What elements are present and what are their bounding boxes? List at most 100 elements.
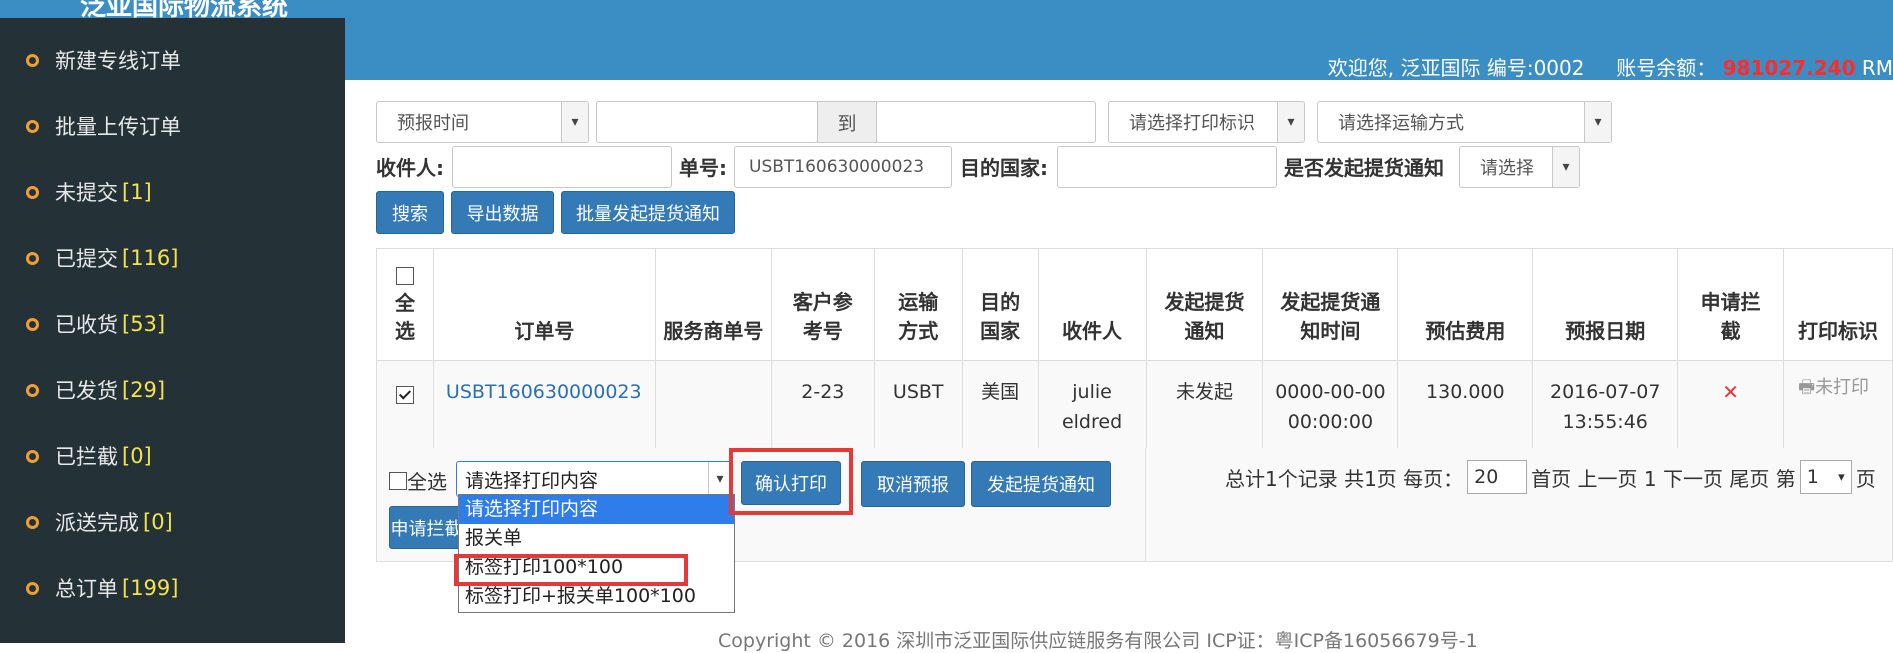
col-print-flag: 打印标识: [1783, 248, 1893, 361]
sidebar-item-count: [0]: [122, 444, 152, 468]
print-content-dropdown: 请选择打印内容 报关单 标签打印100*100 标签打印+报关单100*100: [458, 494, 735, 613]
circle-icon: [26, 515, 39, 529]
circle-icon: [26, 119, 39, 133]
sidebar-item-intercepted[interactable]: 已拦截 [0]: [26, 441, 152, 471]
pager-nav[interactable]: 首页 上一页 1 下一页 尾页 第: [1531, 463, 1796, 492]
dropdown-option[interactable]: 请选择打印内容: [459, 495, 734, 524]
sidebar-item-all-orders[interactable]: 总订单 [199]: [26, 573, 178, 603]
print-content-value: 请选择打印内容: [465, 469, 599, 492]
sidebar-item-unsubmitted[interactable]: 未提交 [1]: [26, 177, 152, 207]
col-label: 发起提货通知: [1164, 290, 1245, 343]
pickup-notice-cell: 未发起: [1145, 360, 1264, 449]
col-transport: 运输方式: [873, 248, 963, 361]
search-button[interactable]: 搜索: [376, 191, 444, 234]
print-flag-cell: 🖶未打印: [1783, 360, 1893, 449]
order-no-link[interactable]: USBT160630000023: [446, 381, 642, 403]
transport-value: 请选择运输方式: [1338, 113, 1464, 134]
col-label: 客户参考号: [792, 290, 853, 343]
confirm-print-button[interactable]: 确认打印: [741, 461, 841, 505]
col-country: 目的国家: [961, 248, 1039, 361]
sidebar-item-count: [1]: [122, 180, 152, 204]
date-line: 2016-07-07: [1549, 381, 1661, 403]
pager-suffix: 页: [1855, 466, 1876, 491]
welcome-text: 欢迎您, 泛亚国际 编号:0002: [1327, 56, 1585, 80]
date-to-input[interactable]: [876, 101, 1096, 143]
customer-ref-cell: 2-23: [770, 360, 875, 449]
sidebar-item-delivered[interactable]: 派送完成 [0]: [26, 507, 173, 537]
fee-cell: 130.000: [1397, 360, 1534, 449]
dropdown-option[interactable]: 标签打印100*100: [459, 553, 734, 582]
col-label: 目的国家: [980, 290, 1021, 343]
sidebar-item-count: [116]: [122, 246, 179, 270]
circle-icon: [26, 251, 39, 265]
select-all-checkbox[interactable]: [395, 266, 414, 285]
print-flag-value: 请选择打印标识: [1129, 113, 1255, 134]
page-select[interactable]: 1 ▾: [1799, 460, 1852, 494]
sidebar-item-submitted[interactable]: 已提交 [116]: [26, 243, 178, 273]
pickup-notice-select[interactable]: 请选择 ▾: [1459, 146, 1580, 188]
table-row: USBT160630000023 2-23 USBT 美国 julie eldre…: [376, 360, 1893, 449]
pagination: 总计1个记录 共1页 每页： 20 首页 上一页 1 下一页 尾页 第 1 ▾ 页: [1225, 460, 1876, 494]
sidebar-item-label: 已发货: [55, 379, 118, 403]
print-flag-select[interactable]: 请选择打印标识 ▾: [1108, 101, 1305, 143]
pickup-notice-label: 是否发起提货通知: [1284, 156, 1444, 180]
sidebar-item-label: 已提交: [55, 247, 118, 271]
currency: RM: [1861, 56, 1893, 80]
country-cell: 美国: [961, 360, 1039, 449]
footer-copyright: Copyright © 2016 深圳市泛亚国际供应链服务有限公司 ICP证：粤…: [718, 630, 1478, 652]
per-page-input[interactable]: 20: [1467, 460, 1528, 494]
col-fee: 预估费用: [1397, 248, 1534, 361]
batch-pickup-notice-button[interactable]: 批量发起提货通知: [561, 191, 735, 234]
time-type-value: 预报时间: [397, 113, 469, 134]
transport-select[interactable]: 请选择运输方式 ▾: [1317, 101, 1612, 143]
pickup-notice-value: 请选择: [1480, 158, 1534, 179]
row-select-cell: [376, 360, 434, 449]
select-all-control[interactable]: 全选: [389, 466, 447, 495]
intercept-x-icon[interactable]: ✕: [1722, 380, 1739, 404]
row-checkbox[interactable]: [395, 385, 414, 404]
top-header: 欢迎您, 泛亚国际 编号:0002 账号余额： 981027.240 RM: [345, 0, 1893, 80]
date-from-input[interactable]: [596, 101, 818, 143]
balance-label: 账号余额：: [1616, 56, 1717, 80]
col-label: 服务商单号: [663, 319, 764, 343]
col-forecast-date: 预报日期: [1532, 248, 1679, 361]
sidebar-item-shipped[interactable]: 已发货 [29]: [26, 375, 165, 405]
country-input[interactable]: [1057, 146, 1277, 188]
balance-value: 981027.240: [1722, 56, 1856, 80]
apply-intercept-button[interactable]: 申请拦截: [389, 506, 464, 549]
pager-summary: 总计1个记录 共1页 每页：: [1225, 466, 1464, 491]
pickup-notice-button[interactable]: 发起提货通知: [971, 461, 1111, 507]
col-label: 申请拦截: [1700, 290, 1761, 343]
chevron-down-icon: ▾: [1277, 102, 1304, 142]
circle-icon: [26, 53, 39, 67]
cancel-forecast-button[interactable]: 取消预报: [861, 461, 965, 507]
col-label: 全选: [394, 291, 415, 343]
circle-icon: [26, 383, 39, 397]
date-to-addon: 到: [817, 101, 877, 143]
recipient-input[interactable]: [452, 146, 672, 188]
recipient-line: julie: [1072, 381, 1112, 403]
table-header-row: 全选 订单号 服务商单号 客户参考号 运输方式 目的国家 收件人 发起提货通知 …: [376, 248, 1893, 361]
dropdown-option[interactable]: 报关单: [459, 524, 734, 553]
chevron-down-icon: ▾: [561, 102, 588, 142]
orders-table: 全选 订单号 服务商单号 客户参考号 运输方式 目的国家 收件人 发起提货通知 …: [376, 248, 1893, 449]
dropdown-option[interactable]: 标签打印+报关单100*100: [459, 582, 734, 611]
print-content-select[interactable]: 请选择打印内容 ▾: [456, 461, 732, 497]
export-button[interactable]: 导出数据: [451, 191, 554, 234]
sidebar-item-received[interactable]: 已收货 [53]: [26, 309, 165, 339]
brand-title: 泛亚国际物流系统: [80, 0, 289, 18]
welcome-bar: 欢迎您, 泛亚国际 编号:0002 账号余额： 981027.240 RM: [1328, 52, 1893, 81]
sidebar-item-label: 批量上传订单: [55, 115, 181, 139]
sidebar-item-count: [29]: [122, 378, 166, 402]
select-all-bottom-checkbox[interactable]: [389, 471, 407, 490]
time-type-select[interactable]: 预报时间 ▾: [376, 101, 589, 143]
col-intercept: 申请拦截: [1677, 248, 1785, 361]
chevron-down-icon: ▾: [1584, 102, 1611, 142]
recipient-label: 收件人:: [376, 156, 444, 180]
order-no-input[interactable]: USBT160630000023: [734, 146, 952, 188]
col-select-all[interactable]: 全选: [376, 248, 434, 361]
sidebar-item-new-order[interactable]: 新建专线订单: [26, 45, 185, 75]
country-label: 目的国家:: [960, 156, 1048, 180]
col-recipient: 收件人: [1037, 248, 1147, 361]
sidebar-item-batch-upload[interactable]: 批量上传订单: [26, 111, 185, 141]
